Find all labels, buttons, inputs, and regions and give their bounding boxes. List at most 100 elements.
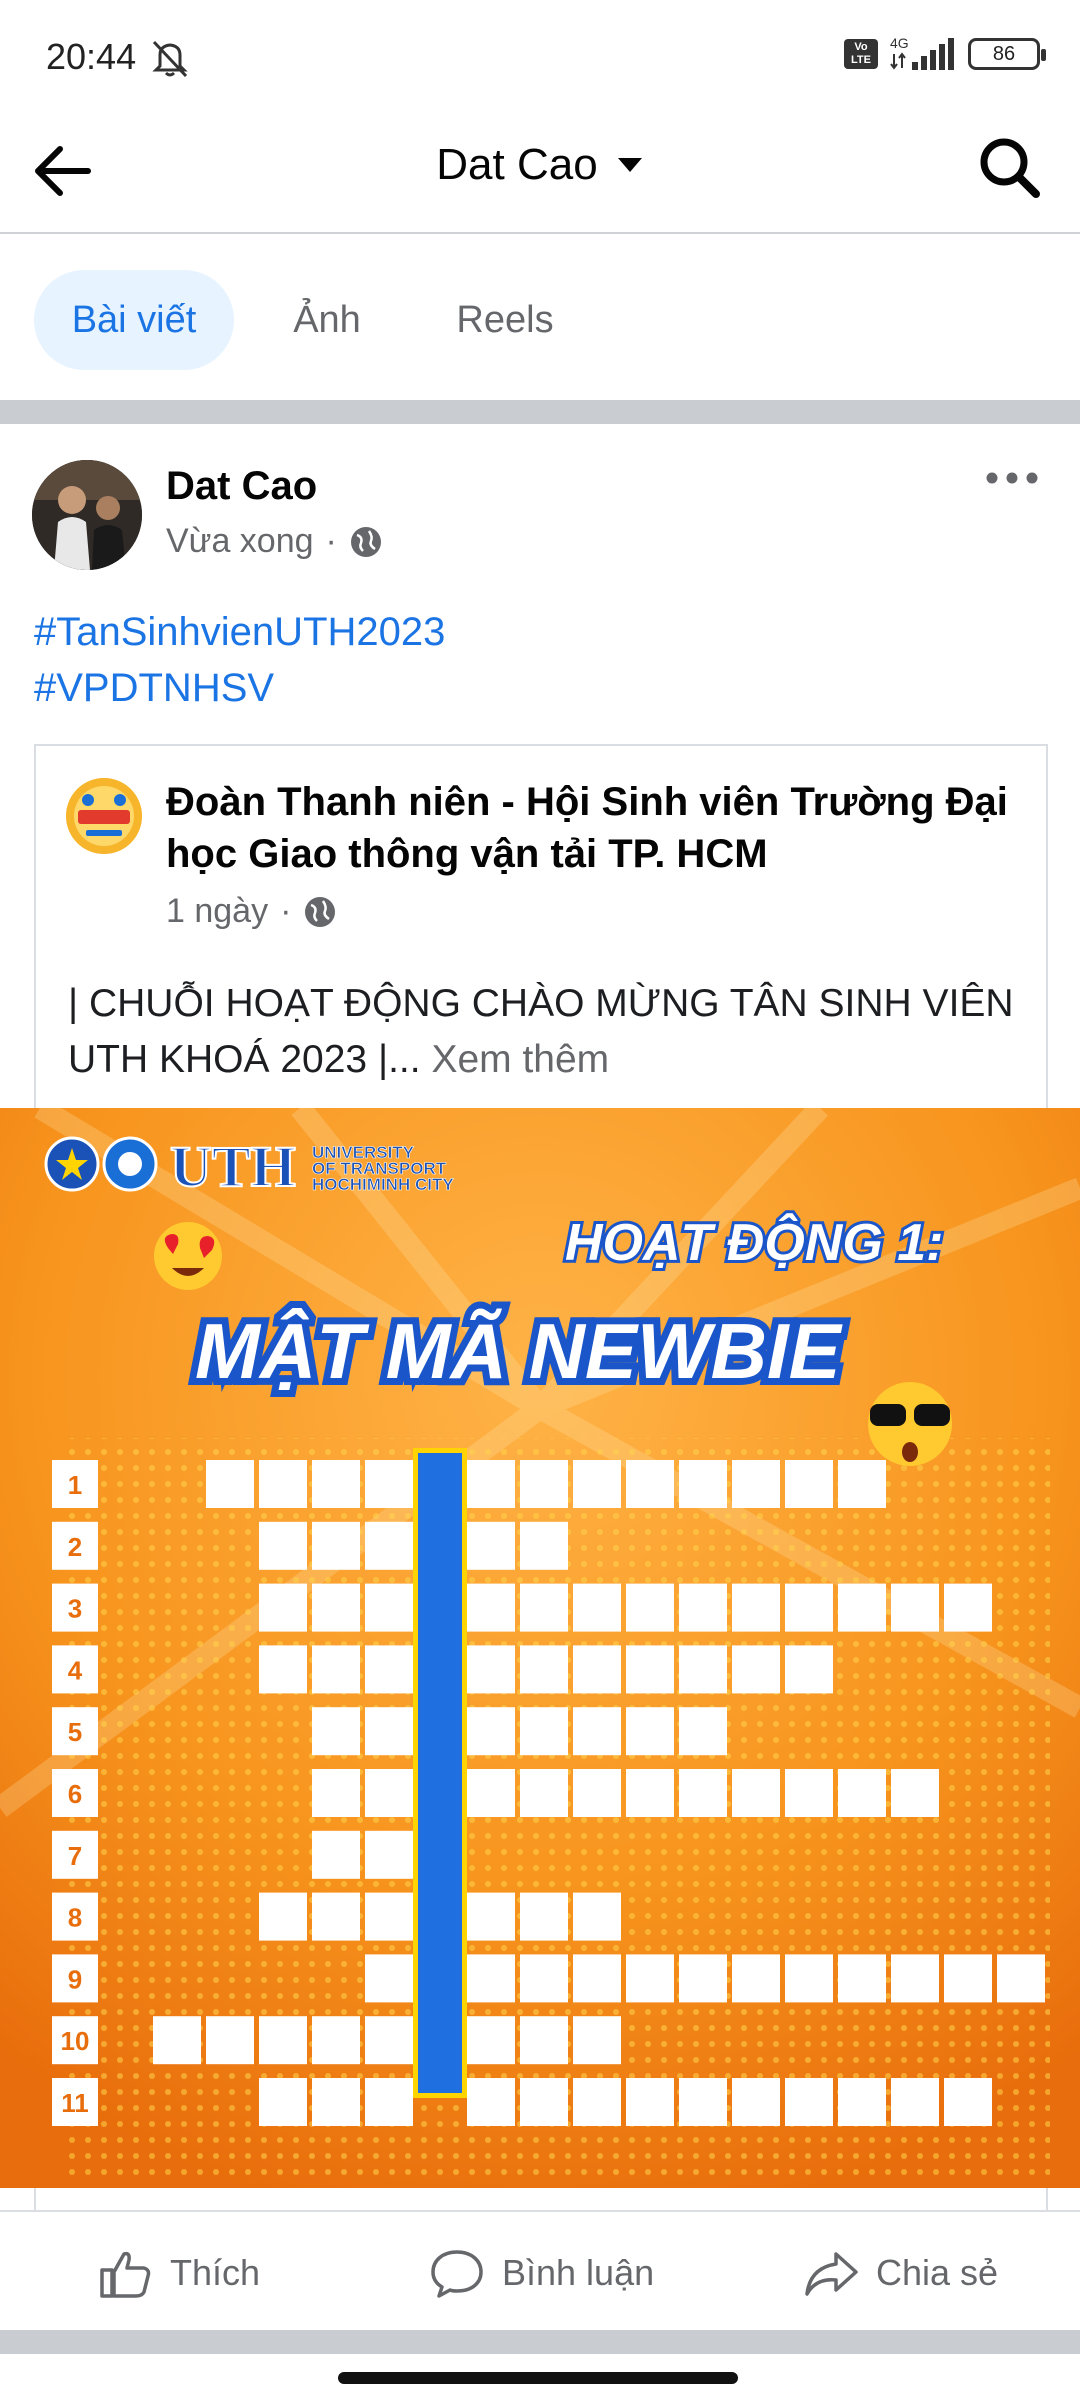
crossword-cell <box>365 1892 413 1941</box>
status-time: 20:44 <box>46 36 137 77</box>
crossword-cell <box>467 1521 515 1570</box>
hashtag-link[interactable]: #VPDTNHSV <box>34 660 445 716</box>
crossword-cell <box>732 1645 780 1694</box>
sunglasses-emoji <box>868 1382 952 1466</box>
crossword-cell <box>259 1521 307 1570</box>
crossword-cell <box>520 1460 568 1508</box>
meta-separator: · <box>280 892 292 930</box>
crossword-cell <box>259 2078 307 2126</box>
share-icon <box>805 2252 858 2296</box>
crossword-cell <box>679 1707 727 1756</box>
crossword-cell <box>785 1645 833 1694</box>
key-column <box>418 1453 462 2093</box>
avatar[interactable] <box>32 460 142 570</box>
crossword-cell <box>626 1707 674 1756</box>
crossword-cell <box>838 2078 886 2126</box>
crossword-cell <box>626 1583 674 1632</box>
crossword-cell <box>785 1954 833 2003</box>
crossword-cell <box>732 2078 780 2126</box>
crossword-cell <box>520 1892 568 1941</box>
home-indicator[interactable] <box>338 2372 738 2384</box>
crossword-cell <box>732 1954 780 2003</box>
status-bar: 20:44 Vo LTE 4G 86 <box>0 0 1080 110</box>
crossword-cell <box>312 1892 360 1941</box>
crossword-cell <box>679 1954 727 2003</box>
crossword-cell <box>467 1583 515 1632</box>
crossword-cell <box>312 1830 360 1879</box>
crossword-cell <box>626 1769 674 1817</box>
crossword-cell <box>891 2078 939 2126</box>
crossword-cell <box>520 1769 568 1817</box>
crossword-cell <box>365 1707 413 1756</box>
crossword-cell <box>467 1769 515 1817</box>
brand-sub: HOCHIMINH CITY <box>312 1175 454 1194</box>
post-author[interactable]: Dat Cao <box>166 464 317 509</box>
crossword-cell <box>679 1460 727 1508</box>
crossword-cell <box>573 1460 621 1508</box>
hashtag-link[interactable]: #TanSinhvienUTH2023 <box>34 604 445 660</box>
post-image[interactable]: UTH UNIVERSITY OF TRANSPORT HOCHIMINH CI… <box>0 1108 1080 2188</box>
header-title-button[interactable]: Dat Cao <box>0 140 1080 190</box>
crossword-cell <box>520 2078 568 2126</box>
crossword-cell <box>785 1769 833 1817</box>
crossword-cell <box>259 1583 307 1632</box>
volte-icon: Vo LTE <box>844 39 878 69</box>
crossword-cell <box>259 1460 307 1508</box>
crossword-cell <box>785 1460 833 1508</box>
row-number: 7 <box>68 1841 82 1871</box>
crossword-cell <box>520 1521 568 1570</box>
shared-text: | CHUỖI HOẠT ĐỘNG CHÀO MỪNG TÂN SINH VIÊ… <box>68 976 1028 1088</box>
crossword-cell <box>573 1892 621 1941</box>
crossword-cell <box>520 2016 568 2065</box>
shared-time: 1 ngày <box>166 892 269 930</box>
post-meta: Vừa xong · <box>166 522 383 561</box>
tab-photos[interactable]: Ảnh <box>262 270 392 370</box>
crossword-cell <box>365 1830 413 1879</box>
search-icon[interactable] <box>976 134 1044 202</box>
crossword-cell <box>944 1583 992 1632</box>
share-button[interactable]: Chia sẻ <box>802 2238 998 2308</box>
profile-header: Dat Cao <box>0 110 1080 234</box>
crossword-cell <box>891 1769 939 1817</box>
crossword-cell <box>838 1460 886 1508</box>
shared-page-name[interactable]: Đoàn Thanh niên - Hội Sinh viên Trường Đ… <box>166 776 1026 880</box>
row-number: 9 <box>68 1964 82 1994</box>
tab-reels[interactable]: Reels <box>420 270 590 370</box>
row-number: 10 <box>61 2026 90 2056</box>
tab-posts[interactable]: Bài viết <box>34 270 234 370</box>
crossword-cell <box>312 1583 360 1632</box>
activity-title: MẬT MÃ NEWBIE <box>195 1307 843 1395</box>
post-actions: Thích Bình luận Chia sẻ <box>0 2210 1080 2330</box>
crossword-cell <box>838 1769 886 1817</box>
comment-button[interactable]: Bình luận <box>428 2238 654 2308</box>
crossword-cell <box>365 1460 413 1508</box>
comment-icon <box>431 2250 483 2298</box>
row-number: 11 <box>61 2088 89 2118</box>
heart-eyes-emoji <box>154 1222 222 1290</box>
crossword-cell <box>259 2016 307 2065</box>
row-number: 6 <box>68 1779 82 1809</box>
crossword-cell <box>573 2016 621 2065</box>
hashtags: #TanSinhvienUTH2023 #VPDTNHSV <box>34 604 445 716</box>
profile-tabs: Bài viết Ảnh Reels <box>0 236 1080 400</box>
crossword-cell <box>785 1583 833 1632</box>
crossword-cell <box>312 2078 360 2126</box>
globe-icon <box>305 896 336 927</box>
crossword-cell <box>259 1645 307 1694</box>
page-logo[interactable] <box>66 778 142 854</box>
row-number: 4 <box>68 1655 83 1685</box>
crossword-cell <box>365 2078 413 2126</box>
network-label: 4G <box>890 35 909 51</box>
page-title: Dat Cao <box>436 140 598 189</box>
more-options-icon[interactable] <box>984 468 1040 488</box>
crossword-cell <box>838 1954 886 2003</box>
like-button[interactable]: Thích <box>96 2238 260 2308</box>
section-divider <box>0 2330 1080 2354</box>
crossword-cell <box>679 2078 727 2126</box>
see-more-link[interactable]: Xem thêm <box>431 1038 609 1081</box>
crossword-cell <box>997 1954 1045 2003</box>
crossword-cell <box>626 1645 674 1694</box>
post-time: Vừa xong <box>166 522 314 560</box>
crossword-cell <box>365 2016 413 2065</box>
globe-icon <box>350 526 381 557</box>
